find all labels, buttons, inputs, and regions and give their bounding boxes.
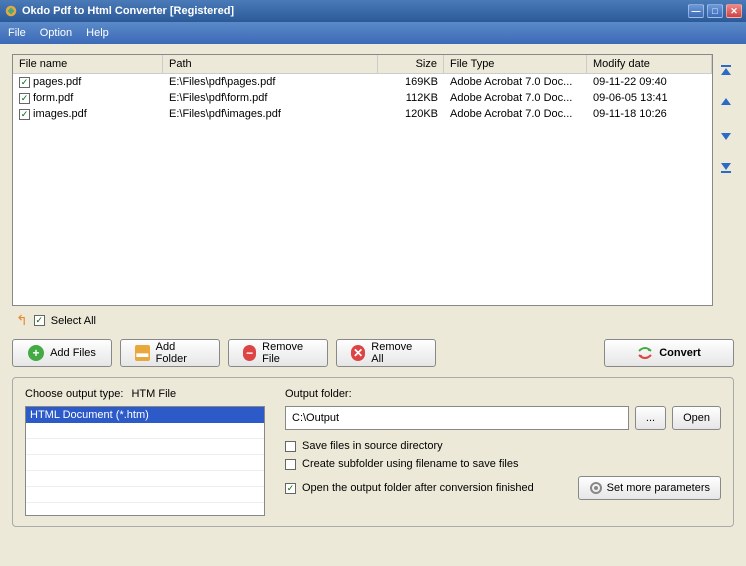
col-header-size[interactable]: Size xyxy=(378,55,444,73)
add-files-button[interactable]: +Add Files xyxy=(12,339,112,367)
subfolder-label: Create subfolder using filename to save … xyxy=(302,458,518,470)
open-folder-button[interactable]: Open xyxy=(672,406,721,430)
gear-icon xyxy=(589,481,603,495)
file-name: images.pdf xyxy=(33,108,87,120)
remove-file-button[interactable]: −Remove File xyxy=(228,339,328,367)
output-type-value: HTM File xyxy=(131,388,176,400)
file-name: form.pdf xyxy=(33,92,73,104)
menu-help[interactable]: Help xyxy=(86,27,109,39)
file-size: 120KB xyxy=(378,108,444,120)
move-bottom-button[interactable] xyxy=(717,158,735,176)
output-type-selected[interactable]: HTML Document (*.htm) xyxy=(26,407,264,423)
file-checkbox[interactable]: ✓ xyxy=(19,77,30,88)
up-folder-icon[interactable]: ↰ xyxy=(16,312,28,329)
file-size: 112KB xyxy=(378,92,444,104)
convert-button[interactable]: Convert xyxy=(604,339,734,367)
file-date: 09-06-05 13:41 xyxy=(587,92,712,104)
col-header-name[interactable]: File name xyxy=(13,55,163,73)
browse-button[interactable]: ... xyxy=(635,406,666,430)
output-folder-label: Output folder: xyxy=(285,388,721,400)
col-header-path[interactable]: Path xyxy=(163,55,378,73)
app-logo-icon xyxy=(4,4,18,18)
move-down-button[interactable] xyxy=(717,126,735,144)
col-header-type[interactable]: File Type xyxy=(444,55,587,73)
file-row[interactable]: ✓pages.pdf E:\Files\pdf\pages.pdf169KBAdo… xyxy=(13,74,712,90)
file-date: 09-11-22 09:40 xyxy=(587,76,712,88)
file-path: E:\Files\pdf\pages.pdf xyxy=(163,76,378,88)
file-list[interactable]: File name Path Size File Type Modify dat… xyxy=(12,54,713,306)
maximize-button[interactable]: □ xyxy=(707,4,723,18)
file-checkbox[interactable]: ✓ xyxy=(19,93,30,104)
menubar: File Option Help xyxy=(0,22,746,44)
move-top-button[interactable] xyxy=(717,62,735,80)
add-folder-button[interactable]: ▬Add Folder xyxy=(120,339,220,367)
select-all-checkbox[interactable]: ✓ xyxy=(34,315,45,326)
file-size: 169KB xyxy=(378,76,444,88)
folder-icon: ▬ xyxy=(135,345,150,361)
subfolder-checkbox[interactable] xyxy=(285,459,296,470)
file-checkbox[interactable]: ✓ xyxy=(19,109,30,120)
open-after-label: Open the output folder after conversion … xyxy=(302,482,534,494)
convert-icon xyxy=(637,345,653,361)
file-path: E:\Files\pdf\images.pdf xyxy=(163,108,378,120)
file-row[interactable]: ✓images.pdf E:\Files\pdf\images.pdf120KBA… xyxy=(13,106,712,122)
output-folder-input[interactable] xyxy=(285,406,629,430)
file-name: pages.pdf xyxy=(33,76,81,88)
set-more-params-button[interactable]: Set more parameters xyxy=(578,476,721,500)
file-list-header: File name Path Size File Type Modify dat… xyxy=(13,55,712,74)
minus-icon: − xyxy=(243,345,256,361)
menu-option[interactable]: Option xyxy=(40,27,72,39)
save-source-checkbox[interactable] xyxy=(285,441,296,452)
menu-file[interactable]: File xyxy=(8,27,26,39)
output-type-list[interactable]: HTML Document (*.htm) xyxy=(25,406,265,516)
bottom-panel: Choose output type: HTM File HTML Docume… xyxy=(12,377,734,527)
window-title: Okdo Pdf to Html Converter [Registered] xyxy=(22,5,688,17)
file-row[interactable]: ✓form.pdf E:\Files\pdf\form.pdf112KBAdobe… xyxy=(13,90,712,106)
minimize-button[interactable]: — xyxy=(688,4,704,18)
save-source-label: Save files in source directory xyxy=(302,440,443,452)
move-up-button[interactable] xyxy=(717,94,735,112)
col-header-date[interactable]: Modify date xyxy=(587,55,712,73)
file-path: E:\Files\pdf\form.pdf xyxy=(163,92,378,104)
output-type-label: Choose output type: xyxy=(25,388,123,400)
file-type: Adobe Acrobat 7.0 Doc... xyxy=(444,108,587,120)
titlebar: Okdo Pdf to Html Converter [Registered] … xyxy=(0,0,746,22)
file-type: Adobe Acrobat 7.0 Doc... xyxy=(444,92,587,104)
select-all-label: Select All xyxy=(51,315,96,327)
file-date: 09-11-18 10:26 xyxy=(587,108,712,120)
open-after-checkbox[interactable]: ✓ xyxy=(285,483,296,494)
file-type: Adobe Acrobat 7.0 Doc... xyxy=(444,76,587,88)
x-icon: ✕ xyxy=(351,345,365,361)
plus-icon: + xyxy=(28,345,44,361)
remove-all-button[interactable]: ✕Remove All xyxy=(336,339,436,367)
close-button[interactable]: ✕ xyxy=(726,4,742,18)
